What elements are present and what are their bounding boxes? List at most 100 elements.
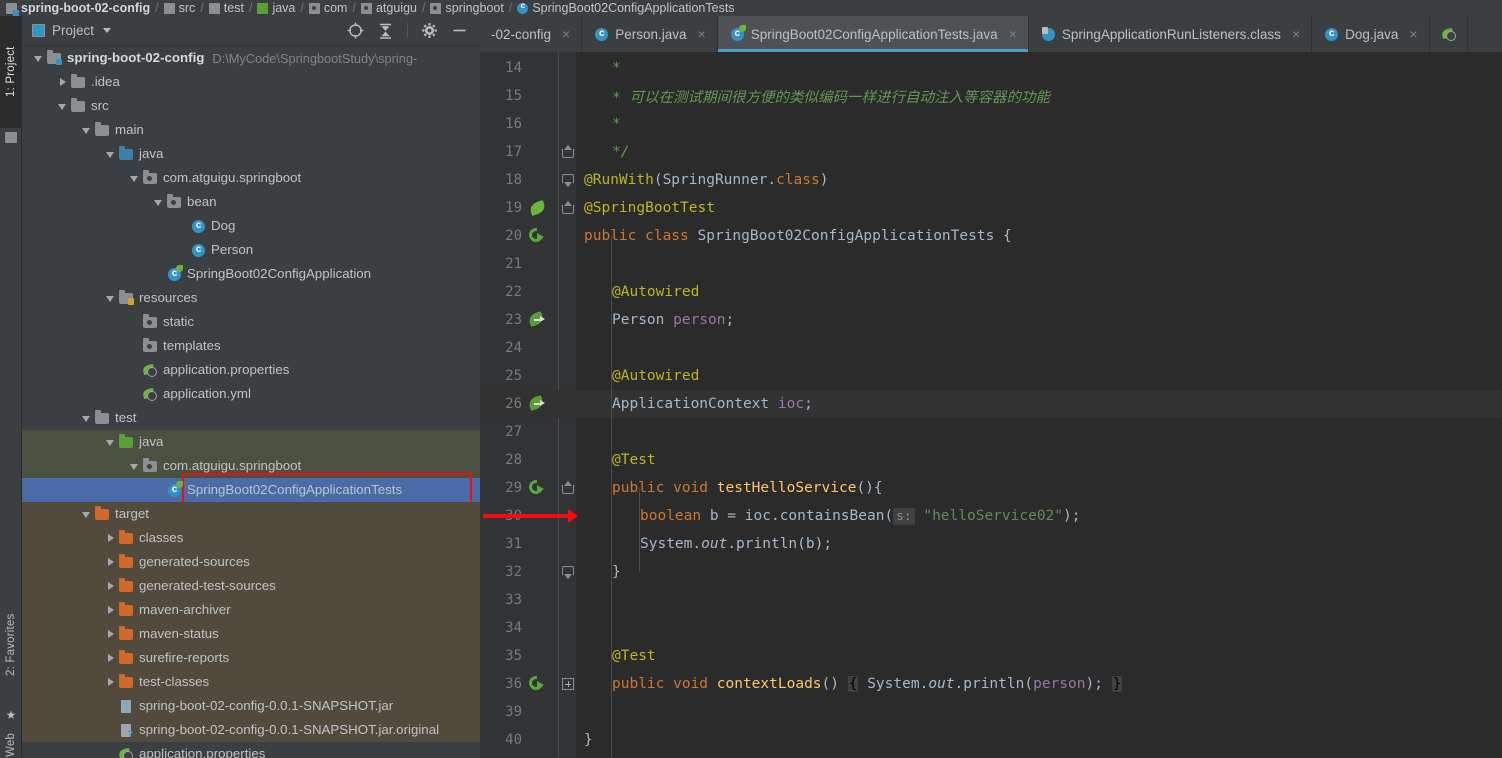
tree-node[interactable]: application.properties bbox=[22, 358, 480, 382]
chevron-right-icon[interactable] bbox=[104, 603, 118, 617]
breadcrumb-item[interactable]: spring-boot-02-config bbox=[6, 1, 150, 16]
code-line[interactable]: 29 public void testHelloService(){ bbox=[480, 474, 1502, 502]
tree-node[interactable]: bean bbox=[22, 190, 480, 214]
editor-tab-bar[interactable]: -02-config×Person.java×SpringBoot02Confi… bbox=[480, 16, 1502, 52]
code-line[interactable]: 24 bbox=[480, 334, 1502, 362]
tree-node[interactable]: com.atguigu.springboot bbox=[22, 166, 480, 190]
chevron-down-icon[interactable] bbox=[104, 435, 118, 449]
tree-node[interactable]: com.atguigu.springboot bbox=[22, 454, 480, 478]
code-fold-toggle[interactable] bbox=[561, 481, 575, 495]
tree-node[interactable]: generated-sources bbox=[22, 550, 480, 574]
breadcrumb-item[interactable]: test bbox=[208, 1, 244, 15]
chevron-right-icon[interactable] bbox=[104, 675, 118, 689]
chevron-down-icon[interactable] bbox=[128, 459, 142, 473]
code-line[interactable]: 21 bbox=[480, 250, 1502, 278]
code-line[interactable]: 36 public void contextLoads() { System.ou… bbox=[480, 670, 1502, 698]
breadcrumb-item[interactable]: springboot bbox=[430, 1, 504, 15]
tree-node[interactable]: java bbox=[22, 430, 480, 454]
collapse-all-icon[interactable] bbox=[377, 22, 394, 39]
tree-node-selected[interactable]: SpringBoot02ConfigApplicationTests bbox=[22, 478, 480, 502]
tree-node[interactable]: test bbox=[22, 406, 480, 430]
project-panel-title-group[interactable]: Project bbox=[32, 23, 112, 38]
editor-tab[interactable]: -02-config × bbox=[480, 16, 583, 52]
code-line[interactable]: 25 @Autowired bbox=[480, 362, 1502, 390]
tool-window-tab-favorites[interactable]: 2: Favorites bbox=[0, 586, 22, 704]
code-line[interactable]: 30boolean b = ioc.containsBean(s: "hello… bbox=[480, 502, 1502, 530]
locate-icon[interactable] bbox=[347, 22, 364, 39]
chevron-down-icon[interactable] bbox=[32, 51, 46, 65]
code-content[interactable]: 14 * 15 * 可以在测试期间很方便的类似编码一样进行自动注入等容器的功能 16 * 1… bbox=[480, 52, 1502, 758]
chevron-right-icon[interactable] bbox=[104, 651, 118, 665]
code-line[interactable]: 26 ApplicationContext ioc; bbox=[480, 390, 1502, 418]
tree-node[interactable]: spring-boot-02-config D:\MyCode\Springboo… bbox=[22, 46, 480, 70]
breadcrumb-item[interactable]: java bbox=[257, 1, 295, 15]
breadcrumb-item[interactable]: atguigu bbox=[360, 1, 417, 15]
close-icon[interactable]: × bbox=[1292, 26, 1300, 42]
minimize-icon[interactable] bbox=[451, 22, 468, 39]
gear-icon[interactable] bbox=[421, 22, 438, 39]
editor-tab[interactable] bbox=[1430, 16, 1468, 52]
code-fold-toggle[interactable] bbox=[561, 145, 575, 159]
code-line[interactable]: 14 * bbox=[480, 54, 1502, 82]
chevron-down-icon[interactable] bbox=[80, 507, 94, 521]
chevron-right-icon[interactable] bbox=[104, 555, 118, 569]
tree-node[interactable]: spring-boot-02-config-0.0.1-SNAPSHOT.jar bbox=[22, 694, 480, 718]
tree-node[interactable]: src bbox=[22, 94, 480, 118]
tree-node[interactable]: surefire-reports bbox=[22, 646, 480, 670]
chevron-down-icon[interactable] bbox=[104, 291, 118, 305]
tree-node[interactable]: maven-status bbox=[22, 622, 480, 646]
tree-node[interactable]: maven-archiver bbox=[22, 598, 480, 622]
tree-node[interactable]: Person bbox=[22, 238, 480, 262]
close-icon[interactable]: × bbox=[562, 26, 570, 42]
spring-bean-icon[interactable] bbox=[528, 198, 548, 218]
breadcrumb-item[interactable]: com bbox=[308, 1, 347, 15]
code-fold-toggle[interactable] bbox=[561, 677, 575, 691]
project-tree[interactable]: spring-boot-02-config D:\MyCode\Springboo… bbox=[22, 46, 480, 758]
code-line[interactable]: 32} bbox=[480, 558, 1502, 586]
code-line[interactable]: 33 bbox=[480, 586, 1502, 614]
tree-node[interactable]: target bbox=[22, 502, 480, 526]
editor-tab[interactable]: Person.java × bbox=[582, 16, 718, 52]
code-line[interactable]: 20 public class SpringBoot02ConfigApplica… bbox=[480, 222, 1502, 250]
code-line[interactable]: 23 Person person; bbox=[480, 306, 1502, 334]
tree-node[interactable]: templates bbox=[22, 334, 480, 358]
tree-node[interactable]: test-classes bbox=[22, 670, 480, 694]
tree-node[interactable]: classes bbox=[22, 526, 480, 550]
close-icon[interactable]: × bbox=[698, 26, 706, 42]
chevron-down-icon[interactable] bbox=[80, 411, 94, 425]
chevron-down-icon[interactable] bbox=[80, 123, 94, 137]
code-line[interactable]: 28 @Test bbox=[480, 446, 1502, 474]
bean-navigate-icon[interactable] bbox=[527, 310, 548, 330]
tree-node[interactable]: application.properties bbox=[22, 742, 480, 758]
tree-node[interactable]: resources bbox=[22, 286, 480, 310]
close-icon[interactable]: × bbox=[1009, 26, 1017, 42]
chevron-down-icon[interactable] bbox=[104, 147, 118, 161]
code-line[interactable]: 22 @Autowired bbox=[480, 278, 1502, 306]
tree-node[interactable]: generated-test-sources bbox=[22, 574, 480, 598]
tree-node[interactable]: main bbox=[22, 118, 480, 142]
tree-node[interactable]: spring-boot-02-config-0.0.1-SNAPSHOT.jar… bbox=[22, 718, 480, 742]
run-test-icon[interactable] bbox=[526, 477, 548, 498]
code-line[interactable]: 34 bbox=[480, 614, 1502, 642]
code-line[interactable]: 31 System.out.println(b); bbox=[480, 530, 1502, 558]
tree-node[interactable]: static bbox=[22, 310, 480, 334]
code-fold-toggle[interactable] bbox=[561, 565, 575, 579]
tree-node[interactable]: java bbox=[22, 142, 480, 166]
tool-window-tab-project[interactable]: 1: Project bbox=[0, 16, 22, 128]
tree-node[interactable]: application.yml bbox=[22, 382, 480, 406]
tree-node[interactable]: Dog bbox=[22, 214, 480, 238]
editor-tab[interactable]: SpringApplicationRunListeners.class × bbox=[1029, 16, 1313, 52]
tool-window-tab-web[interactable]: Web bbox=[0, 716, 22, 758]
code-line[interactable]: 19 @SpringBootTest bbox=[480, 194, 1502, 222]
code-line[interactable]: 39 bbox=[480, 698, 1502, 726]
chevron-right-icon[interactable] bbox=[104, 627, 118, 641]
editor-tab-active[interactable]: SpringBoot02ConfigApplicationTests.java × bbox=[717, 16, 1029, 52]
chevron-down-icon[interactable] bbox=[152, 195, 166, 209]
chevron-down-icon[interactable] bbox=[56, 99, 70, 113]
code-line[interactable]: 27 bbox=[480, 418, 1502, 446]
code-line[interactable]: 16 * bbox=[480, 110, 1502, 138]
breadcrumb-item[interactable]: SpringBoot02ConfigApplicationTests bbox=[517, 1, 735, 15]
run-test-icon[interactable] bbox=[526, 225, 548, 246]
chevron-right-icon[interactable] bbox=[104, 579, 118, 593]
code-line[interactable]: 18 @RunWith(SpringRunner.class) bbox=[480, 166, 1502, 194]
